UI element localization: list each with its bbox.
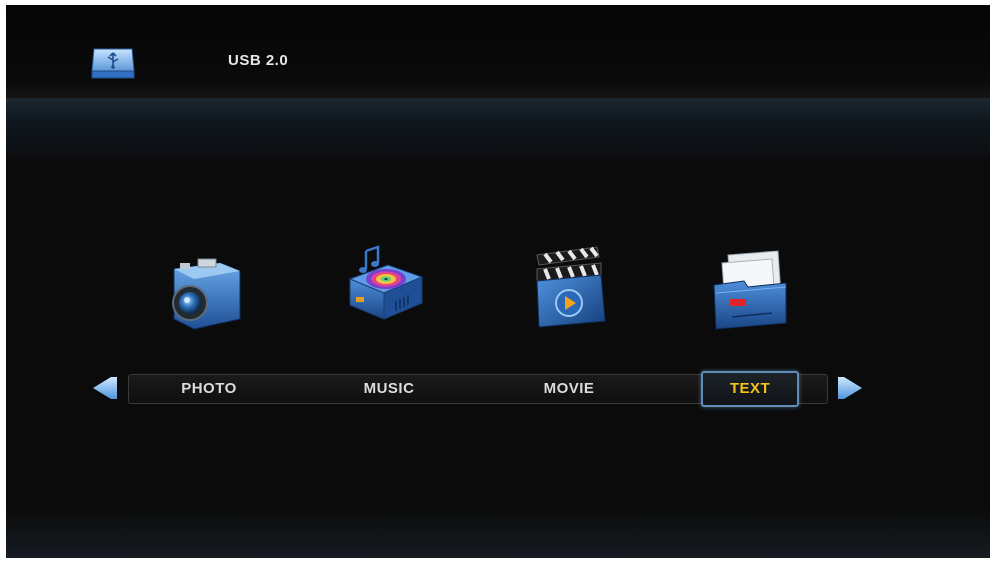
usb-drive-icon xyxy=(91,48,135,79)
menu-item-text-selected[interactable]: TEXT xyxy=(701,371,799,407)
arrow-right-icon[interactable] xyxy=(836,375,864,401)
device-label: USB 2.0 xyxy=(228,52,289,69)
header-glow-band xyxy=(6,98,990,158)
menu-item-photo[interactable]: PHOTO xyxy=(159,375,259,403)
clapperboard-icon[interactable] xyxy=(525,243,611,329)
media-player-screen: USB 2.0 PHOTO MUSIC MOVIE TEXT xyxy=(6,5,990,558)
menu-item-movie[interactable]: MOVIE xyxy=(519,375,619,403)
header-bar xyxy=(6,5,990,98)
arrow-left-icon[interactable] xyxy=(91,375,119,401)
camera-icon[interactable] xyxy=(160,249,246,335)
menu-item-music[interactable]: MUSIC xyxy=(339,375,439,403)
media-menu-bar: PHOTO MUSIC MOVIE TEXT xyxy=(128,371,828,407)
music-player-icon[interactable] xyxy=(340,239,426,325)
bottom-glow-band xyxy=(6,508,990,558)
folder-document-icon[interactable] xyxy=(706,249,792,335)
